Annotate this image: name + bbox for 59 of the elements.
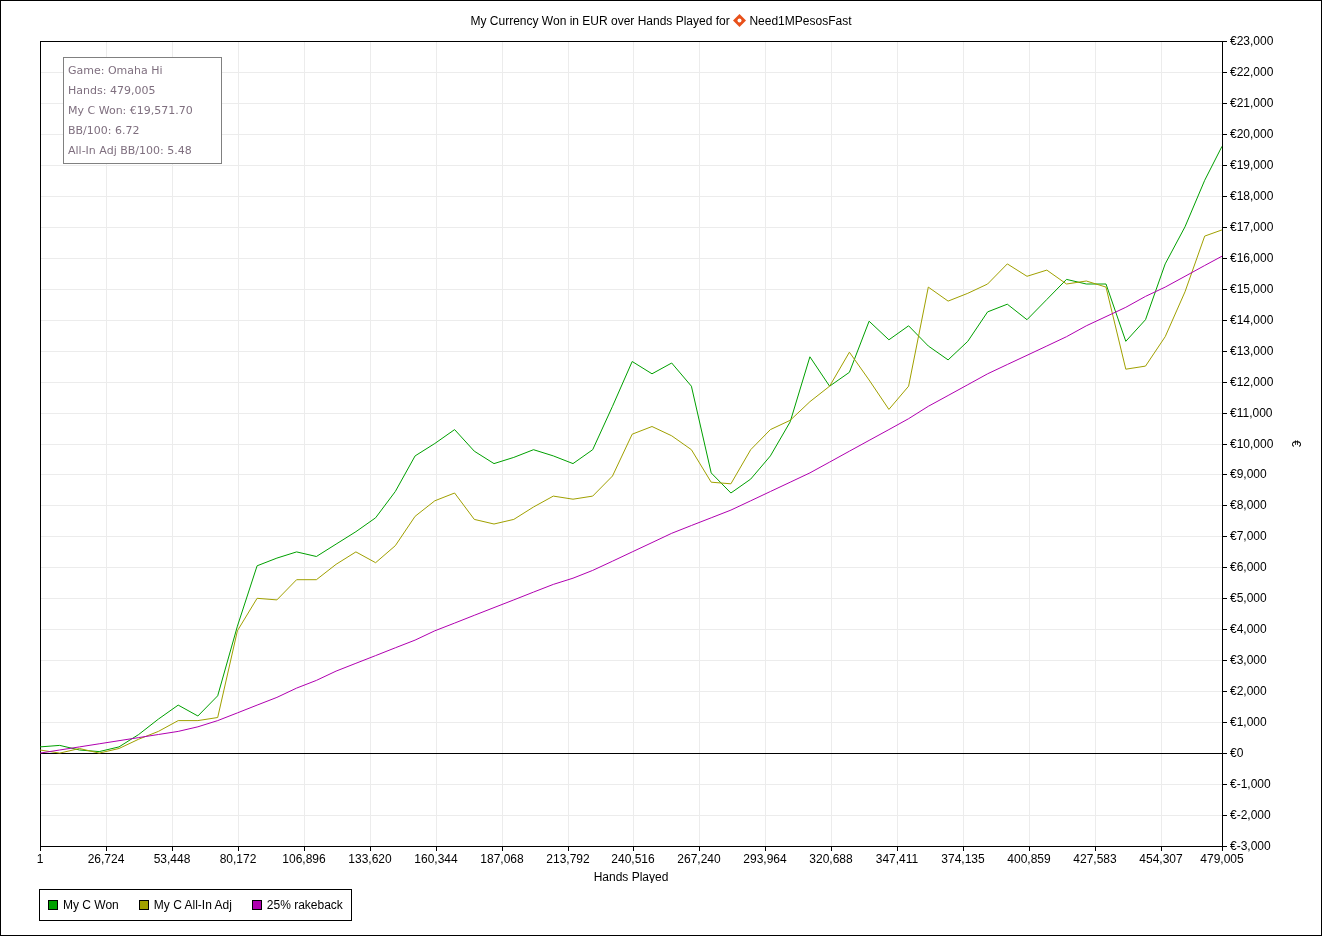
y-tick-label: €8,000 <box>1230 498 1267 512</box>
y-tick-label: €23,000 <box>1230 34 1274 48</box>
y-tick-label: €13,000 <box>1230 344 1274 358</box>
x-tick-label: 454,307 <box>1139 852 1183 866</box>
x-tick-label: 267,240 <box>677 852 721 866</box>
y-tick-label: €11,000 <box>1230 406 1273 420</box>
x-tick-label: 427,583 <box>1073 852 1117 866</box>
y-tick-label: €15,000 <box>1230 282 1274 296</box>
stat-line: Hands: 479,005 <box>68 83 157 99</box>
legend-label: My C All-In Adj <box>153 897 232 914</box>
y-tick-label: €20,000 <box>1230 127 1274 141</box>
x-tick-label: 160,344 <box>414 852 458 866</box>
stat-line: All-In Adj BB/100: 5.48 <box>68 143 193 159</box>
x-tick-label: 1 <box>36 852 44 866</box>
stat-line: Game: Omaha Hi <box>68 63 164 79</box>
x-tick-label: 320,688 <box>809 852 853 866</box>
stat-line: My C Won: €19,571.70 <box>68 103 194 119</box>
x-tick-label: 106,896 <box>282 852 326 866</box>
y-tick-label: €2,000 <box>1230 684 1267 698</box>
y-tick-label: €-2,000 <box>1230 808 1271 822</box>
y-tick-label: €7,000 <box>1230 529 1267 543</box>
y-tick-label: €19,000 <box>1230 158 1274 172</box>
x-tick-label: 80,172 <box>219 852 257 866</box>
x-tick-label: 374,135 <box>941 852 985 866</box>
player-name: Need1MPesosFast <box>749 14 852 28</box>
legend-label: 25% rakeback <box>266 897 343 914</box>
x-tick-label: 347,411 <box>875 852 919 866</box>
y-tick-label: €3,000 <box>1230 653 1267 667</box>
y-tick-label: €6,000 <box>1230 560 1267 574</box>
y-tick-label: €0 <box>1230 746 1244 760</box>
y-tick-label: €-3,000 <box>1230 839 1271 853</box>
y-tick-label: €12,000 <box>1230 375 1274 389</box>
y-tick-label: €16,000 <box>1230 251 1274 265</box>
y-tick-label: €10,000 <box>1230 437 1274 451</box>
y-tick-label: €9,000 <box>1230 467 1267 481</box>
y-tick-label: €18,000 <box>1230 189 1274 203</box>
legend-label: My C Won <box>63 897 119 914</box>
x-tick-label: 400,859 <box>1007 852 1051 866</box>
x-tick-label: 133,620 <box>348 852 392 866</box>
y-tick-label: €1,000 <box>1230 715 1267 729</box>
x-tick-label: 53,448 <box>153 852 191 866</box>
x-tick-label: 293,964 <box>743 852 787 866</box>
x-tick-label: 26,724 <box>87 852 125 866</box>
x-tick-label: 213,792 <box>546 852 590 866</box>
y-tick-label: €22,000 <box>1230 65 1274 79</box>
y-axis-title: € <box>1289 440 1303 447</box>
y-tick-label: €21,000 <box>1230 96 1274 110</box>
diamond-icon <box>733 14 747 27</box>
y-tick-label: €-1,000 <box>1230 777 1271 791</box>
x-tick-label: 187,068 <box>480 852 524 866</box>
y-tick-label: €5,000 <box>1230 591 1267 605</box>
x-tick-label: 240,516 <box>611 852 655 866</box>
y-tick-label: €17,000 <box>1230 220 1274 234</box>
y-tick-label: €14,000 <box>1230 313 1274 327</box>
stat-line: BB/100: 6.72 <box>68 123 141 139</box>
x-axis-title: Hands Played <box>593 870 669 883</box>
chart-title: My Currency Won in EUR over Hands Played for <box>470 14 730 28</box>
y-tick-label: €4,000 <box>1230 622 1267 636</box>
x-tick-label: 479,005 <box>1200 852 1244 866</box>
